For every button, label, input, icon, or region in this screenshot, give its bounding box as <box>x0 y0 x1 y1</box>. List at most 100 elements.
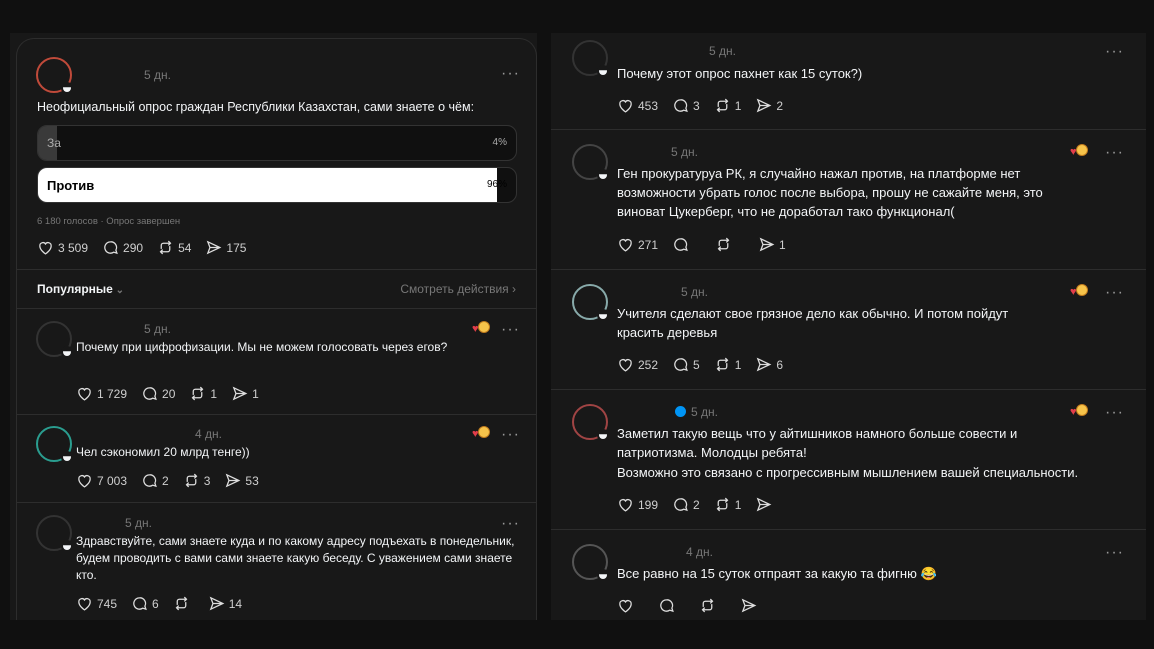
repost-button[interactable]: 1 <box>189 385 217 402</box>
like-button[interactable]: 745 <box>76 595 117 612</box>
reply-avatar[interactable] <box>572 404 609 441</box>
reply-text: Здравствуйте, сами знаете куда и по како… <box>76 534 515 582</box>
more-options-icon[interactable]: ··· <box>1105 545 1124 561</box>
left-thread-panel: 5 дн. ··· Неофициальный опрос граждан Ре… <box>16 38 537 620</box>
reply-avatar[interactable] <box>36 426 73 463</box>
share-button[interactable] <box>740 597 761 614</box>
reply-button[interactable]: 290 <box>102 239 143 256</box>
share-button[interactable]: 14 <box>208 595 242 612</box>
poll-option-za[interactable]: За 4% <box>37 125 517 161</box>
repost-icon <box>701 598 714 613</box>
reply-count: 20 <box>162 386 176 401</box>
share-button[interactable]: 2 <box>755 97 783 114</box>
divider <box>551 529 1146 530</box>
reply-count: 6 <box>152 596 159 611</box>
more-options-icon[interactable]: ··· <box>501 66 520 82</box>
like-count: 3 509 <box>58 240 89 255</box>
divider <box>551 269 1146 270</box>
reply-avatar[interactable] <box>572 40 609 77</box>
view-activity-link[interactable]: Смотреть действия › <box>400 282 516 296</box>
reply-button[interactable] <box>658 597 679 614</box>
reply-button[interactable]: 2 <box>141 472 169 489</box>
like-button[interactable]: 271 <box>617 236 658 253</box>
reply-button[interactable] <box>672 236 693 253</box>
frame-bottom <box>0 620 1154 649</box>
like-count: 199 <box>638 497 659 512</box>
repost-count: 3 <box>203 473 211 488</box>
reply-text: Почему этот опрос пахнет как 15 суток?) <box>617 66 863 81</box>
chevron-down-icon: ⌄ <box>112 285 125 296</box>
reply-button[interactable]: 3 <box>672 97 700 114</box>
repost-button[interactable]: 1 <box>714 496 741 513</box>
repost-button[interactable]: 3 <box>183 472 211 489</box>
reply-avatar[interactable] <box>36 515 73 552</box>
more-options-icon[interactable]: ··· <box>1105 44 1124 60</box>
reply-actions: 1 729 20 1 1 <box>76 385 273 402</box>
reply-avatar[interactable] <box>572 284 609 321</box>
reaction-icon: ♥ <box>1070 284 1088 300</box>
heart-icon <box>78 475 91 488</box>
like-button[interactable]: 1 729 <box>76 385 127 402</box>
more-options-icon[interactable]: ··· <box>501 427 520 443</box>
repost-button[interactable] <box>715 236 736 253</box>
more-options-icon[interactable]: ··· <box>1105 285 1124 301</box>
repost-button[interactable]: 54 <box>157 239 191 256</box>
reply-avatar[interactable] <box>572 144 609 181</box>
divider <box>17 414 536 415</box>
share-button[interactable]: 175 <box>205 239 246 256</box>
poll-option-protiv[interactable]: Против 96% <box>37 167 517 203</box>
share-icon <box>232 386 248 401</box>
like-button[interactable]: 252 <box>617 356 658 373</box>
reply-count: 2 <box>162 473 169 488</box>
reply-avatar[interactable] <box>572 544 609 581</box>
like-button[interactable]: 453 <box>617 97 658 114</box>
reply-button[interactable]: 6 <box>131 595 159 612</box>
reply-button[interactable]: 20 <box>141 385 175 402</box>
share-button[interactable]: 1 <box>231 385 259 402</box>
share-count: 2 <box>776 98 784 113</box>
share-icon <box>759 237 775 252</box>
reply-actions: 453 3 1 2 <box>617 97 797 114</box>
more-options-icon[interactable]: ··· <box>1105 405 1124 421</box>
like-button[interactable]: 7 003 <box>76 472 127 489</box>
reaction-icon: ♥ <box>472 321 490 337</box>
reply-button[interactable]: 2 <box>672 496 700 513</box>
like-button[interactable]: 3 509 <box>37 239 88 256</box>
comment-icon <box>143 474 157 488</box>
share-button[interactable]: 1 <box>758 236 786 253</box>
heart-icon <box>78 388 91 401</box>
share-icon <box>741 598 757 613</box>
more-options-icon[interactable]: ··· <box>501 516 520 532</box>
poll-label-protiv: Против <box>47 178 95 193</box>
reply-avatar[interactable] <box>36 321 73 358</box>
more-options-icon[interactable]: ··· <box>1105 145 1124 161</box>
share-button[interactable]: 6 <box>755 356 783 373</box>
repost-button[interactable]: 1 <box>714 97 742 114</box>
like-count: 1 729 <box>97 386 128 401</box>
comment-icon <box>660 599 674 613</box>
like-button[interactable]: 199 <box>617 496 658 513</box>
share-count: 175 <box>226 240 247 255</box>
repost-button[interactable] <box>173 595 194 612</box>
share-button[interactable]: 53 <box>224 472 259 489</box>
repost-button[interactable]: 1 <box>714 356 742 373</box>
view-activity-label: Смотреть действия <box>400 282 509 296</box>
comment-icon <box>674 99 688 113</box>
reply-time: 5 дн. <box>125 516 152 530</box>
repost-count: 1 <box>734 357 742 372</box>
reply-button[interactable]: 5 <box>672 356 700 373</box>
repost-count: 1 <box>734 98 742 113</box>
share-button[interactable] <box>755 496 776 513</box>
like-button[interactable] <box>617 597 638 614</box>
repost-button[interactable] <box>699 597 720 614</box>
more-options-icon[interactable]: ··· <box>501 322 520 338</box>
sort-dropdown[interactable]: Популярные ⌄ <box>37 282 124 296</box>
author-avatar[interactable] <box>36 57 73 94</box>
sort-label: Популярные <box>37 282 113 296</box>
frame-left <box>0 0 10 649</box>
right-thread-panel: 5 дн. ··· Почему этот опрос пахнет как 1… <box>551 33 1146 620</box>
heart-icon <box>78 598 91 611</box>
frame-top <box>0 0 1154 33</box>
laughing-emoji: 😂 <box>920 566 937 581</box>
heart-icon <box>619 359 632 372</box>
